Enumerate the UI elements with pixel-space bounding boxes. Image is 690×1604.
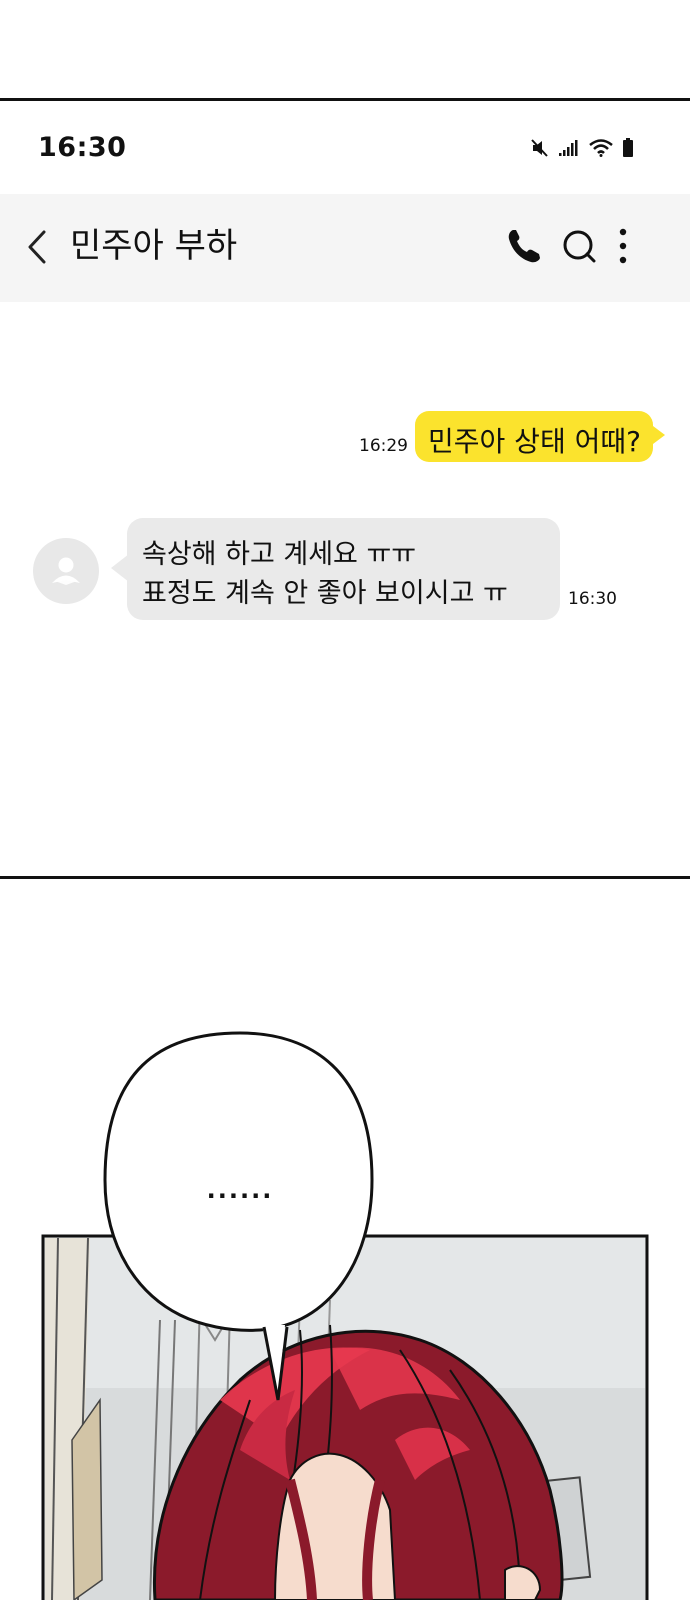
panel-border-bottom	[0, 876, 690, 879]
more-button[interactable]	[612, 224, 634, 268]
signal-icon	[559, 140, 578, 156]
message-text: 민주아 상태 어때?	[428, 425, 641, 458]
message-bubble-outgoing[interactable]: 민주아 상태 어때?	[415, 411, 665, 462]
avatar[interactable]	[33, 538, 99, 604]
message-time-incoming: 16:30	[568, 589, 617, 609]
speech-balloon-text: ......	[207, 1176, 274, 1204]
message-text-line-1: 속상해 하고 계세요 ㅠㅠ	[142, 539, 417, 570]
battery-icon	[623, 138, 633, 157]
status-time: 16:30	[38, 132, 127, 163]
mute-icon	[531, 139, 548, 157]
wifi-icon	[589, 139, 613, 157]
status-bar: 16:30	[0, 102, 690, 194]
back-icon	[28, 230, 46, 264]
search-icon	[563, 230, 596, 263]
chat-header: 민주아 부하	[0, 194, 690, 302]
call-button[interactable]	[506, 227, 542, 265]
default-profile-icon	[52, 557, 80, 585]
chat-title: 민주아 부하	[70, 226, 238, 266]
message-time-outgoing: 16:29	[359, 436, 408, 456]
comic-illustration: ......	[41, 1031, 649, 1604]
phone-icon	[508, 230, 540, 263]
back-button[interactable]	[22, 224, 56, 270]
message-bubble-incoming[interactable]: 속상해 하고 계세요 ㅠㅠ 표정도 계속 안 좋아 보이시고 ㅠ	[111, 518, 560, 620]
more-icon	[619, 228, 627, 264]
search-button[interactable]	[560, 227, 598, 265]
bubble-tail	[649, 423, 665, 447]
bubble-tail	[111, 554, 129, 582]
comic-panel: ......	[0, 880, 690, 1604]
panel-border-top	[0, 98, 690, 101]
message-text-line-2: 표정도 계속 안 좋아 보이시고 ㅠ	[142, 578, 508, 609]
status-icons	[531, 138, 634, 158]
